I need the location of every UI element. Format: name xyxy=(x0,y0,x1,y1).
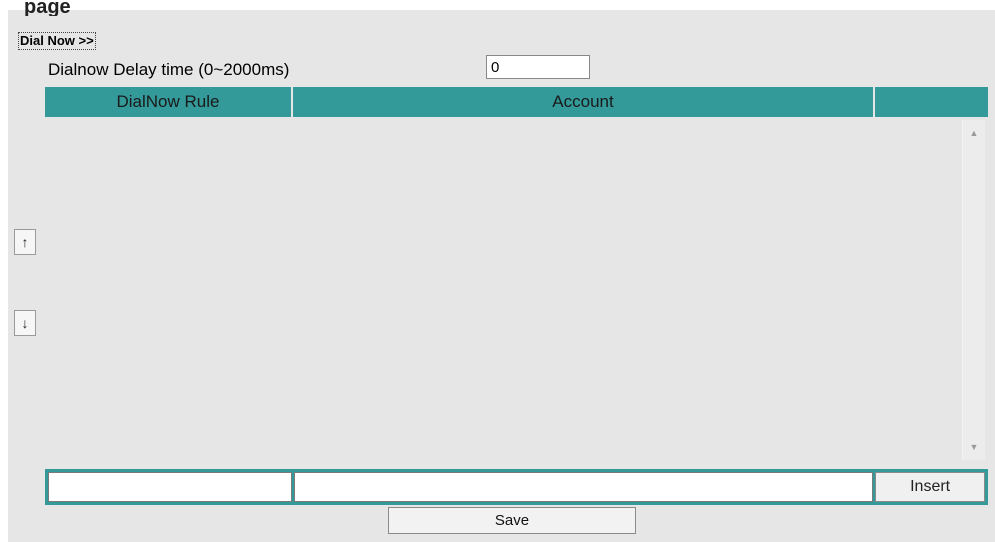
dialnow-delay-input[interactable] xyxy=(486,55,590,79)
new-rule-entry-row: Insert xyxy=(45,469,988,505)
column-header-actions xyxy=(875,87,988,117)
dialnow-rule-list: ▲ ▼ xyxy=(45,117,988,465)
column-header-dialnow-rule: DialNow Rule xyxy=(45,87,293,117)
scroll-down-arrow-icon[interactable]: ▼ xyxy=(963,436,985,458)
dialnow-delay-label: Dialnow Delay time (0~2000ms) xyxy=(48,60,290,79)
dialnow-table-header: DialNow Rule Account xyxy=(45,87,988,117)
save-button[interactable]: Save xyxy=(388,507,636,534)
list-scrollbar[interactable]: ▲ ▼ xyxy=(962,120,985,460)
move-down-button[interactable]: ↓ xyxy=(14,310,36,336)
dial-now-section-link[interactable]: Dial Now >> xyxy=(18,32,96,50)
insert-button[interactable]: Insert xyxy=(875,472,985,502)
column-header-account: Account xyxy=(293,87,875,117)
page-title-fragment: page xyxy=(24,0,71,16)
new-account-input[interactable] xyxy=(294,472,874,502)
new-dialnow-rule-input[interactable] xyxy=(48,472,293,502)
scroll-up-arrow-icon[interactable]: ▲ xyxy=(963,122,985,144)
move-up-button[interactable]: ↑ xyxy=(14,229,36,255)
